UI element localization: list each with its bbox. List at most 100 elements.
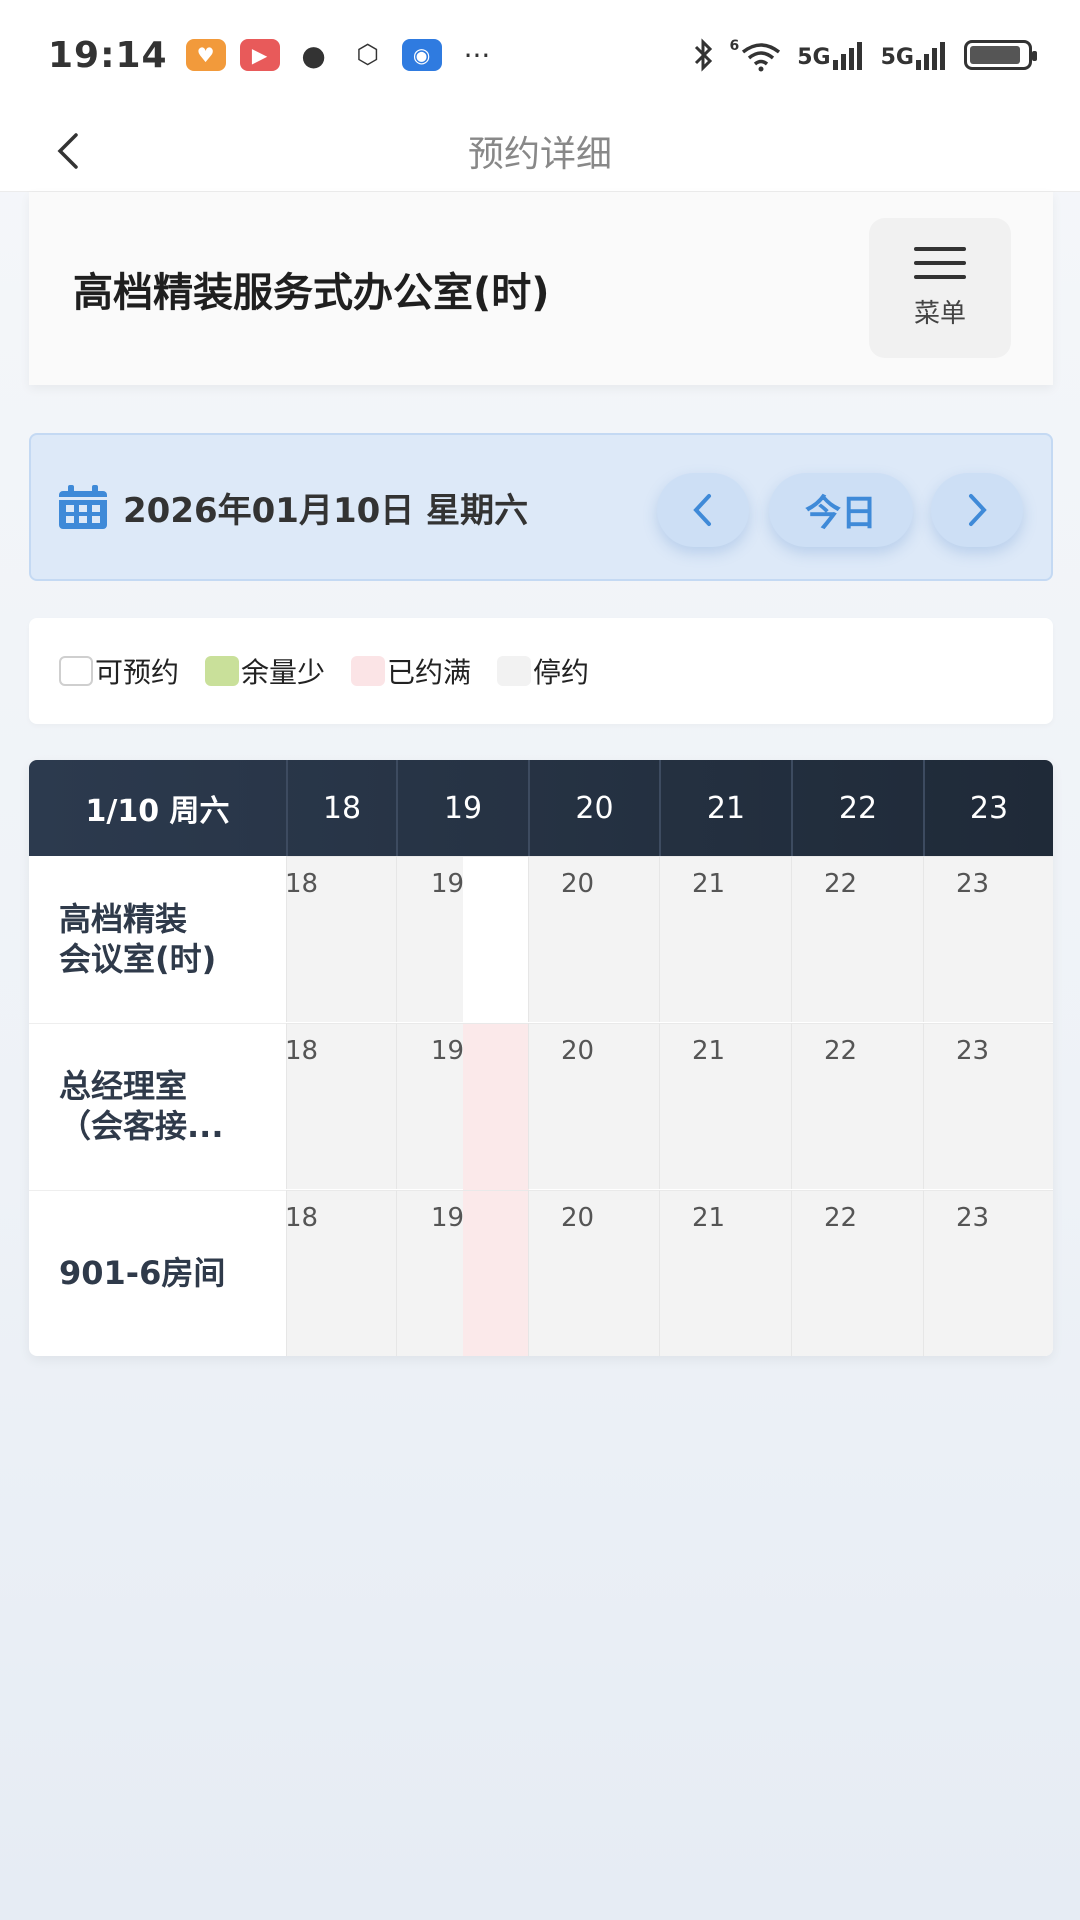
slot-hour-label: 23 (956, 1203, 990, 1233)
time-slot-cell[interactable]: 18 (285, 1023, 396, 1189)
notification-icons: ♥ ▶ ● ⬡ ◉ ··· (185, 38, 490, 72)
slot-hour-label: 20 (561, 1203, 595, 1233)
hour-header: 18 (286, 760, 396, 856)
nav-bar: 预约详细 (0, 110, 1080, 192)
hour-header: 20 (528, 760, 659, 856)
booked-half-slot[interactable] (463, 1024, 529, 1190)
time-slot-cell[interactable]: 21 (659, 1023, 791, 1189)
legend-item: 余量少 (205, 651, 325, 691)
date-bar: 2026年01月10日 星期六 今日 (29, 433, 1053, 581)
time-slot-cell[interactable]: 23 (923, 1190, 1053, 1356)
schedule-grid: 1/10 周六 18 19 20 21 22 23 高档精装 会议室(时) 18 19 20 21… (29, 760, 1053, 1356)
hour-header: 22 (791, 760, 923, 856)
status-bar: 19:14 ♥ ▶ ● ⬡ ◉ ··· 6 5G 5G (0, 0, 1080, 110)
slot-hour-label: 18 (285, 1203, 319, 1233)
time-slot-cell[interactable]: 22 (791, 856, 923, 1022)
battery-icon (964, 40, 1037, 70)
slot-hour-label: 18 (285, 869, 319, 899)
legend: 可预约 余量少 已约满 停约 (29, 618, 1053, 724)
current-date: 2026年01月10日 星期六 (123, 490, 529, 531)
menu-label: 菜单 (913, 298, 966, 329)
time-slot-cell[interactable]: 20 (528, 1023, 659, 1189)
time-slot-cell[interactable]: 23 (923, 856, 1053, 1022)
room-name: 高档精装 会议室(时) (59, 900, 217, 978)
time-slot-cell[interactable]: 18 (285, 1190, 396, 1356)
bluetooth-icon (694, 38, 712, 72)
hour-header: 21 (659, 760, 791, 856)
calendar-icon (59, 485, 107, 529)
time-slot-cell[interactable]: 20 (528, 856, 659, 1022)
room-name: 总经理室 （会客接... (59, 1067, 224, 1145)
slot-hour-label: 20 (561, 1036, 595, 1066)
legend-swatch (497, 656, 532, 686)
slot-hour-label: 22 (824, 1036, 858, 1066)
back-button[interactable] (40, 124, 94, 178)
booked-half-slot[interactable] (463, 1191, 529, 1356)
signal-icon-2: 5G (881, 40, 950, 70)
wifi-icon: 6 (730, 38, 784, 72)
menu-button[interactable]: 菜单 (869, 218, 1011, 358)
time-slot-cell[interactable]: 21 (659, 856, 791, 1022)
hamburger-icon (914, 246, 966, 279)
status-time: 19:14 (48, 34, 168, 76)
slot-hour-label: 21 (692, 1036, 726, 1066)
chevron-right-icon (969, 494, 987, 526)
row-divider (29, 1190, 286, 1191)
slot-hour-label: 19 (431, 1036, 465, 1066)
slot-hour-label: 22 (824, 869, 858, 899)
legend-label: 余量少 (241, 656, 326, 689)
legend-swatch (59, 656, 93, 686)
time-slot-cell[interactable]: 19 (396, 1023, 529, 1190)
available-half-slot[interactable] (463, 857, 529, 1023)
slot-hour-label: 22 (824, 1203, 858, 1233)
legend-swatch (205, 656, 240, 686)
robot-app-icon: ◉ (401, 39, 442, 71)
hour-header: 19 (396, 760, 528, 856)
slot-hour-label: 18 (285, 1036, 319, 1066)
legend-label: 可预约 (95, 656, 180, 689)
time-slot-cell[interactable]: 19 (396, 856, 529, 1023)
video-app-icon: ▶ (239, 39, 280, 71)
room-row-label[interactable]: 高档精装 会议室(时) (29, 856, 286, 1022)
time-slot-cell[interactable]: 23 (923, 1023, 1053, 1189)
page-title: 预约详细 (467, 133, 612, 175)
schedule-date-header: 1/10 周六 (85, 794, 230, 829)
legend-item: 已约满 (351, 651, 471, 691)
battery-level (970, 46, 1021, 64)
slot-hour-label: 23 (956, 869, 990, 899)
room-row-label[interactable]: 901-6房间 (29, 1190, 286, 1356)
legend-swatch (351, 656, 386, 686)
signal-icon-1: 5G (797, 40, 866, 70)
legend-label: 停约 (533, 656, 590, 689)
time-slot-cell[interactable]: 19 (396, 1190, 529, 1356)
legend-label: 已约满 (387, 656, 472, 689)
slot-hour-label: 19 (431, 869, 465, 899)
time-slot-cell[interactable]: 20 (528, 1190, 659, 1356)
legend-item: 可预约 (59, 651, 179, 691)
chat-bubble-icon: ● (301, 38, 326, 72)
slot-hour-label: 23 (956, 1036, 990, 1066)
slot-hour-label: 20 (561, 869, 595, 899)
room-header-card: 高档精装服务式办公室(时) 菜单 (29, 192, 1053, 385)
slot-hour-label: 21 (692, 869, 726, 899)
chevron-left-icon (693, 494, 711, 526)
time-slot-cell[interactable]: 21 (659, 1190, 791, 1356)
hour-header: 23 (923, 760, 1053, 856)
chevron-left-icon (57, 133, 78, 169)
room-title: 高档精装服务式办公室(时) (73, 269, 550, 316)
legend-item: 停约 (497, 651, 589, 691)
schedule-header: 1/10 周六 18 19 20 21 22 23 (29, 760, 1053, 856)
hand-hexagon-icon: ⬡ (356, 40, 379, 70)
slot-hour-label: 19 (431, 1203, 465, 1233)
next-day-button[interactable] (931, 473, 1023, 547)
time-slot-cell[interactable]: 22 (791, 1023, 923, 1189)
slot-hour-label: 21 (692, 1203, 726, 1233)
prev-day-button[interactable] (657, 473, 749, 547)
time-slot-cell[interactable]: 22 (791, 1190, 923, 1356)
system-status: 6 5G 5G (692, 38, 1037, 72)
today-button[interactable]: 今日 (769, 473, 913, 547)
row-divider (29, 1023, 286, 1024)
room-name: 901-6房间 (59, 1254, 226, 1292)
room-row-label[interactable]: 总经理室 （会客接... (29, 1023, 286, 1189)
time-slot-cell[interactable]: 18 (285, 856, 396, 1022)
